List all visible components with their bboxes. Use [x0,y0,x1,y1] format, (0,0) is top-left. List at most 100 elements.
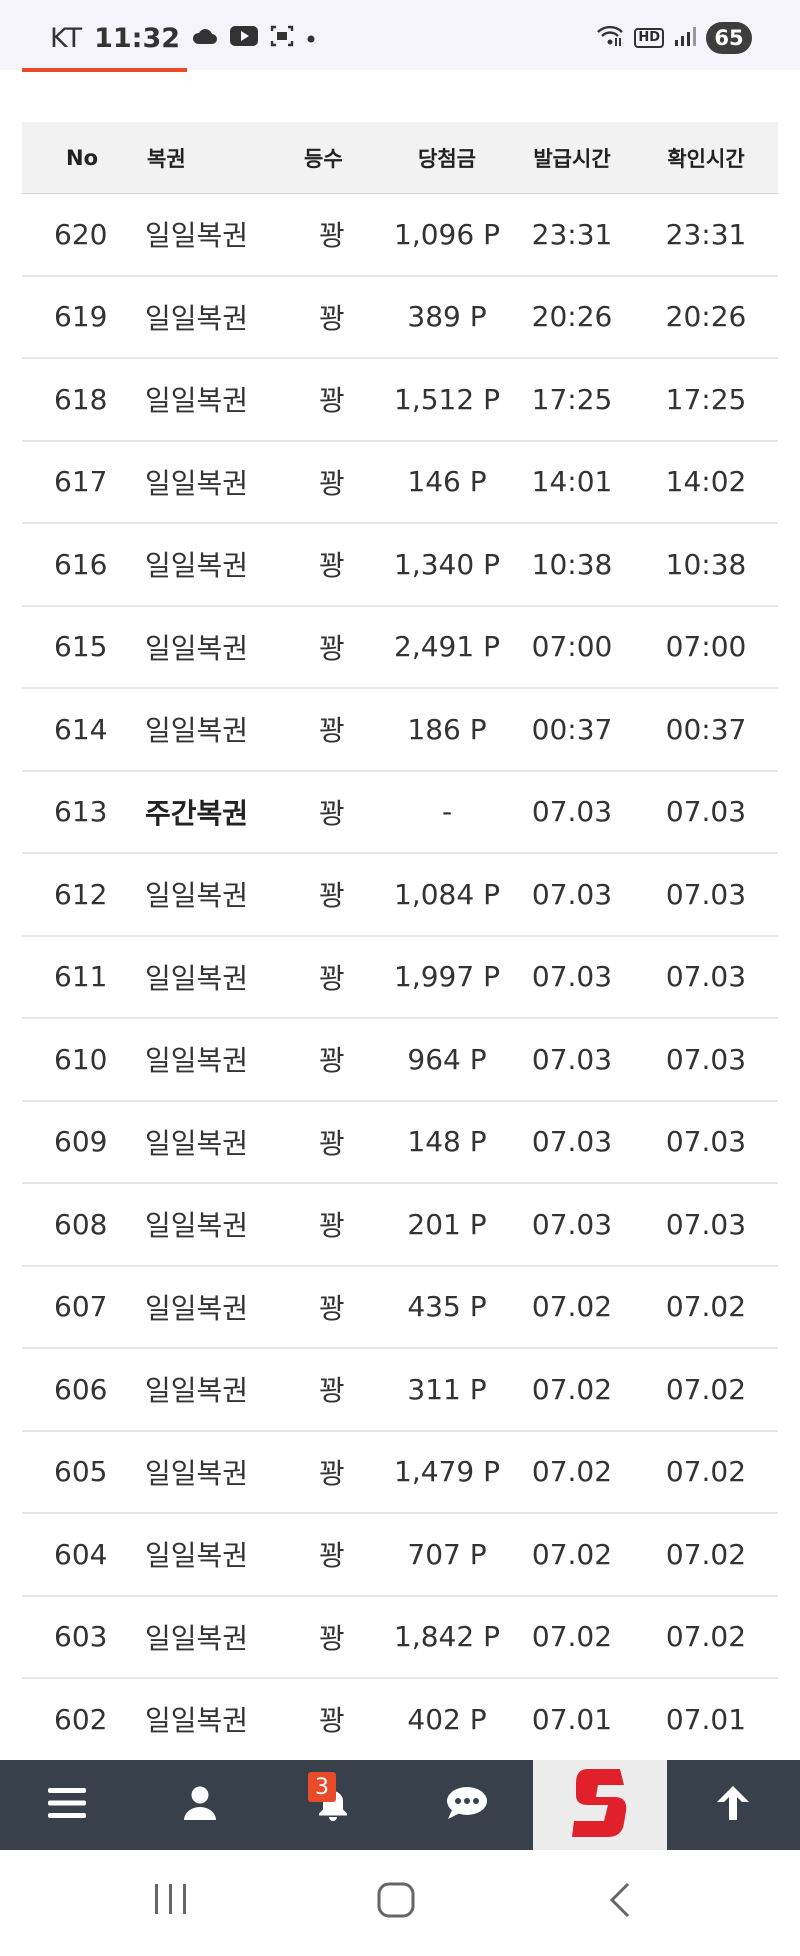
cell-no: 614 [54,712,108,746]
dot-icon [306,29,316,48]
cell-rank: 꽝 [319,384,345,418]
table-row[interactable]: 607 일일복권 꽝 435 P 07.02 07.02 [22,1267,778,1349]
cell-prize: - [441,795,453,829]
table-row[interactable]: 610 일일복권 꽝 964 P 07.03 07.03 [22,1019,778,1102]
arrow-up-icon [715,1784,751,1826]
site-logo [568,1765,632,1845]
chat-button[interactable] [400,1760,533,1850]
cell-rank: 꽝 [319,961,345,995]
table-row[interactable]: 618 일일복권 꽝 1,512 P 17:25 17:25 [22,359,778,442]
table-row[interactable]: 608 일일복권 꽝 201 P 07.03 07.03 [22,1184,778,1267]
table-row[interactable]: 612 일일복권 꽝 1,084 P 07.03 07.03 [22,854,778,937]
site-logo-button[interactable] [533,1760,667,1850]
table-row[interactable]: 604 일일복권 꽝 707 P 07.02 07.02 [22,1514,778,1597]
table-row[interactable]: 603 일일복권 꽝 1,842 P 07.02 07.02 [22,1597,778,1679]
home-icon[interactable] [377,1882,415,1922]
cell-no: 609 [54,1125,108,1159]
cell-checked-time: 07.02 [665,1455,747,1489]
table-row[interactable]: 620 일일복권 꽝 1,096 P 23:31 23:31 [22,194,778,277]
active-tab-indicator [22,68,187,72]
cell-checked-time: 00:37 [665,712,747,746]
cell-lottery: 일일복권 [145,1044,249,1078]
cell-prize: 389 P [407,300,487,334]
cell-prize: 201 P [407,1207,487,1241]
cell-lottery: 일일복권 [145,1704,249,1738]
clock: 11:32 [94,22,181,54]
cell-prize: 1,340 P [394,547,500,581]
cell-no: 610 [54,1042,108,1076]
system-nav-bar [0,1850,800,1956]
recent-apps-icon[interactable] [153,1882,189,1920]
cell-issued-time: 14:01 [531,465,613,499]
cell-prize: 964 P [407,1042,487,1076]
cell-checked-time: 10:38 [665,547,747,581]
status-right: HD 65 [596,22,752,54]
header-no: No [66,145,99,170]
cell-checked-time: 07.02 [665,1290,747,1324]
cell-lottery: 일일복권 [145,1126,249,1160]
cell-checked-time: 14:02 [665,465,747,499]
cell-issued-time: 07:00 [531,630,613,664]
cell-lottery: 일일복권 [145,384,249,418]
cell-issued-time: 07.03 [531,795,613,829]
profile-button[interactable] [133,1760,266,1850]
user-icon [183,1786,216,1824]
table-row[interactable]: 609 일일복권 꽝 148 P 07.03 07.03 [22,1102,778,1184]
status-bar: KT 11:32 HD 65 [0,0,800,70]
battery-indicator: 65 [706,22,752,54]
table-row[interactable]: 615 일일복권 꽝 2,491 P 07:00 07:00 [22,607,778,689]
cell-prize: 1,842 P [394,1620,500,1654]
cell-issued-time: 23:31 [531,217,613,251]
cell-rank: 꽝 [319,1126,345,1160]
cell-prize: 1,084 P [394,877,500,911]
header-prize: 당첨금 [418,146,476,171]
table-row[interactable]: 605 일일복권 꽝 1,479 P 07.02 07.02 [22,1432,778,1514]
cell-no: 612 [54,877,108,911]
back-icon[interactable] [606,1882,632,1922]
scroll-top-button[interactable] [667,1760,800,1850]
table-row[interactable]: 606 일일복권 꽝 311 P 07.02 07.02 [22,1349,778,1432]
table-row[interactable]: 619 일일복권 꽝 389 P 20:26 20:26 [22,277,778,359]
cell-checked-time: 07.01 [665,1702,747,1736]
cell-prize: 146 P [407,465,487,499]
cell-no: 618 [54,382,108,416]
cell-issued-time: 00:37 [531,712,613,746]
lottery-history-table: No 복권 등수 당첨금 발급시간 확인시간 620 일일복권 꽝 1,096 P 23… [22,122,778,1762]
table-row[interactable]: 611 일일복권 꽝 1,997 P 07.03 07.03 [22,937,778,1019]
cell-rank: 꽝 [319,714,345,748]
cell-lottery: 일일복권 [145,961,249,995]
cell-checked-time: 07.03 [665,1125,747,1159]
cell-checked-time: 07.02 [665,1537,747,1571]
cell-rank: 꽝 [319,301,345,335]
cell-no: 608 [54,1207,108,1241]
cloud-icon [192,27,218,49]
cell-issued-time: 07.03 [531,1207,613,1241]
cell-rank: 꽝 [319,879,345,913]
table-row[interactable]: 613 주간복권 꽝 - 07.03 07.03 [22,772,778,854]
cell-rank: 꽝 [319,631,345,665]
cell-no: 619 [54,300,108,334]
notification-badge: 3 [308,1772,336,1802]
cell-issued-time: 20:26 [531,300,613,334]
menu-button[interactable] [0,1760,133,1850]
cell-issued-time: 07.02 [531,1372,613,1406]
table-row[interactable]: 616 일일복권 꽝 1,340 P 10:38 10:38 [22,524,778,607]
cell-prize: 1,479 P [394,1455,500,1489]
cell-issued-time: 07.03 [531,1042,613,1076]
table-row[interactable]: 614 일일복권 꽝 186 P 00:37 00:37 [22,689,778,772]
cell-no: 602 [54,1702,108,1736]
cell-prize: 186 P [407,712,487,746]
cell-rank: 꽝 [319,1621,345,1655]
table-row[interactable]: 602 일일복권 꽝 402 P 07.01 07.01 [22,1679,778,1762]
cell-lottery: 주간복권 [145,796,249,830]
bottom-nav-bar [0,1760,800,1850]
cell-issued-time: 17:25 [531,382,613,416]
cell-no: 616 [54,547,108,581]
table-row[interactable]: 617 일일복권 꽝 146 P 14:01 14:02 [22,442,778,524]
cell-lottery: 일일복권 [145,466,249,500]
cell-no: 611 [54,960,108,994]
cell-issued-time: 07.02 [531,1620,613,1654]
cell-no: 603 [54,1620,108,1654]
cell-rank: 꽝 [319,796,345,830]
wifi-icon [596,24,624,52]
